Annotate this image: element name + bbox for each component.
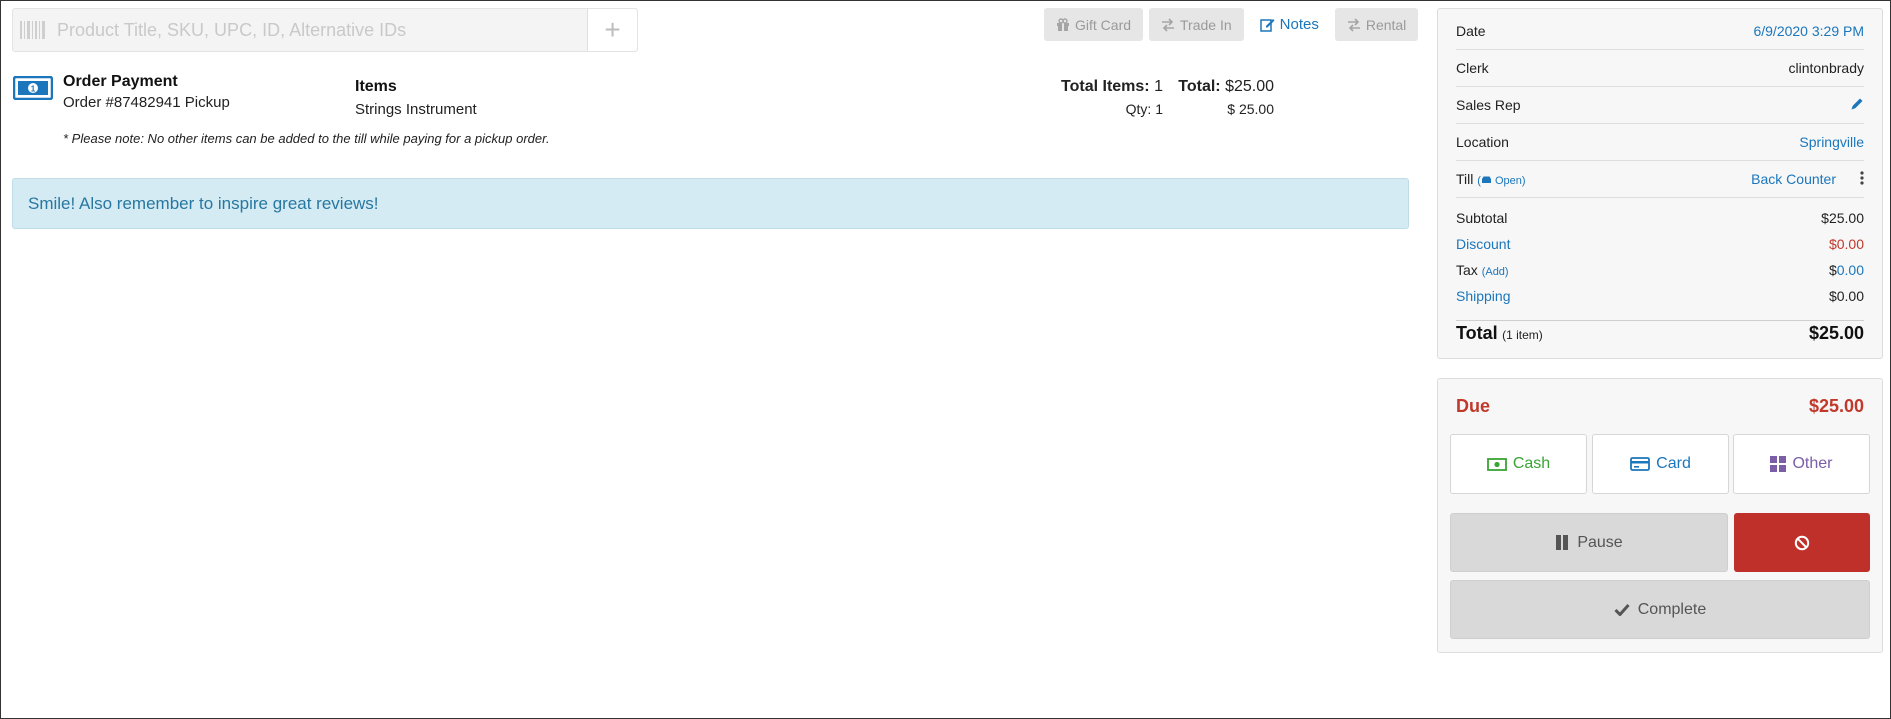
clerk-value: clintonbrady: [1788, 60, 1865, 76]
order-total: Total: $25.00: [1178, 78, 1274, 96]
item-name: Strings Instrument: [355, 101, 477, 118]
add-product-button[interactable]: +: [587, 9, 637, 51]
ban-icon: [1794, 535, 1810, 550]
tax-label: Tax: [1456, 262, 1478, 278]
till-actions: Gift Card Trade In Notes Rental: [1044, 8, 1419, 41]
items-heading: Items: [355, 78, 397, 95]
grand-total-count: (1 item): [1502, 327, 1543, 342]
tax-value[interactable]: 0.00: [1837, 262, 1864, 278]
till-status-text: Open: [1495, 175, 1522, 187]
cash-label: Cash: [1512, 455, 1551, 472]
cash-button[interactable]: Cash: [1450, 434, 1587, 494]
pause-icon: [1556, 535, 1569, 550]
card-button[interactable]: Card: [1592, 434, 1729, 494]
subtotal-value: $25.00: [1821, 210, 1864, 226]
subtotal-row: Subtotal $25.00: [1456, 205, 1864, 231]
order-number: Order #87482941 Pickup: [63, 94, 230, 111]
location-row: Location Springville: [1456, 124, 1864, 161]
tax-currency: $: [1828, 262, 1837, 278]
tax-add-link[interactable]: (Add): [1482, 266, 1509, 278]
kebab-menu-icon[interactable]: [1860, 170, 1864, 188]
payment-panel: Due $25.00 Cash Card Other Pause Complet…: [1437, 378, 1883, 653]
svg-text:1: 1: [31, 85, 36, 94]
sales-rep-row: Sales Rep: [1456, 87, 1864, 124]
shipping-row: Shipping $0.00: [1456, 283, 1864, 309]
till-label-group: Till ( Open): [1456, 171, 1526, 187]
pause-label: Pause: [1577, 533, 1623, 551]
item-qty: Qty: 1: [1125, 101, 1163, 117]
grand-total-label-group: Total (1 item): [1456, 323, 1543, 344]
reminder-text: Smile! Also remember to inspire great re…: [28, 193, 379, 213]
other-label: Other: [1792, 455, 1833, 472]
order-payment-title: Order Payment: [63, 73, 178, 90]
location-value[interactable]: Springville: [1799, 134, 1864, 150]
order-total-label: Total:: [1178, 78, 1221, 95]
till-label: Till: [1456, 171, 1474, 187]
gift-card-label: Gift Card: [1075, 16, 1132, 33]
due-value: $25.00: [1808, 395, 1864, 416]
discount-value: $0.00: [1828, 236, 1864, 252]
gift-card-button[interactable]: Gift Card: [1044, 8, 1144, 41]
cash-icon: [1486, 457, 1507, 471]
product-search-bar: +: [12, 8, 638, 52]
void-sale-button[interactable]: [1734, 513, 1870, 572]
item-amount: $ 25.00: [1227, 101, 1274, 117]
date-label: Date: [1456, 23, 1486, 39]
rental-button[interactable]: Rental: [1334, 8, 1419, 41]
subtotal-label: Subtotal: [1456, 210, 1508, 226]
complete-button[interactable]: Complete: [1450, 580, 1870, 639]
pause-button[interactable]: Pause: [1450, 513, 1728, 572]
plus-icon: +: [604, 14, 621, 45]
date-value[interactable]: 6/9/2020 3:29 PM: [1753, 23, 1864, 39]
total-items-value: 1: [1154, 78, 1163, 95]
notes-label: Notes: [1279, 16, 1319, 33]
sales-rep-label: Sales Rep: [1456, 97, 1521, 113]
complete-label: Complete: [1637, 600, 1707, 618]
till-row: Till ( Open) Back Counter: [1456, 161, 1864, 198]
discount-row: Discount $0.00: [1456, 231, 1864, 257]
drawer-icon: [1481, 176, 1491, 183]
shipping-value: $0.00: [1828, 288, 1864, 304]
checkmark-icon: [1614, 603, 1630, 616]
credit-card-icon: [1630, 457, 1651, 471]
location-label: Location: [1456, 134, 1509, 150]
till-status[interactable]: ( Open): [1477, 175, 1525, 187]
date-row: Date 6/9/2020 3:29 PM: [1456, 13, 1864, 50]
sale-summary-panel: Date 6/9/2020 3:29 PM Clerk clintonbrady…: [1437, 8, 1883, 359]
total-items-label: Total Items:: [1061, 78, 1150, 95]
discount-label[interactable]: Discount: [1456, 236, 1510, 252]
rental-label: Rental: [1365, 16, 1407, 33]
other-payment-button[interactable]: Other: [1733, 434, 1870, 494]
exchange-icon: [1162, 17, 1175, 32]
edit-icon: [1259, 19, 1275, 32]
grid-icon: [1770, 456, 1787, 472]
pickup-note: * Please note: No other items can be add…: [63, 131, 550, 146]
reminder-banner: Smile! Also remember to inspire great re…: [12, 178, 1409, 229]
trade-in-label: Trade In: [1180, 16, 1232, 33]
money-bill-icon: 1: [12, 75, 54, 105]
barcode-icon[interactable]: [13, 9, 53, 51]
grand-total-value: $25.00: [1808, 322, 1864, 343]
due-label: Due: [1456, 395, 1491, 416]
tax-label-group: Tax (Add): [1456, 262, 1509, 278]
clerk-row: Clerk clintonbrady: [1456, 50, 1864, 87]
tax-row: Tax (Add) $0.00: [1456, 257, 1864, 283]
exchange-icon: [1347, 17, 1360, 32]
grand-total-row: Total (1 item) $25.00: [1456, 313, 1864, 353]
till-value-group: Back Counter: [1751, 170, 1864, 188]
total-items: Total Items: 1: [1061, 78, 1163, 96]
gift-icon: [1057, 17, 1069, 31]
shipping-label[interactable]: Shipping: [1456, 288, 1511, 304]
clerk-label: Clerk: [1456, 60, 1489, 76]
due-row: Due $25.00: [1456, 391, 1864, 421]
card-label: Card: [1656, 455, 1691, 472]
till-value[interactable]: Back Counter: [1751, 171, 1836, 187]
tax-value-group: $0.00: [1829, 262, 1864, 278]
grand-total-label: Total: [1456, 322, 1498, 343]
trade-in-button[interactable]: Trade In: [1149, 8, 1244, 41]
order-total-value: $25.00: [1225, 78, 1274, 95]
pencil-icon[interactable]: [1850, 97, 1864, 114]
search-input[interactable]: [53, 9, 587, 51]
notes-button[interactable]: Notes: [1250, 8, 1329, 41]
